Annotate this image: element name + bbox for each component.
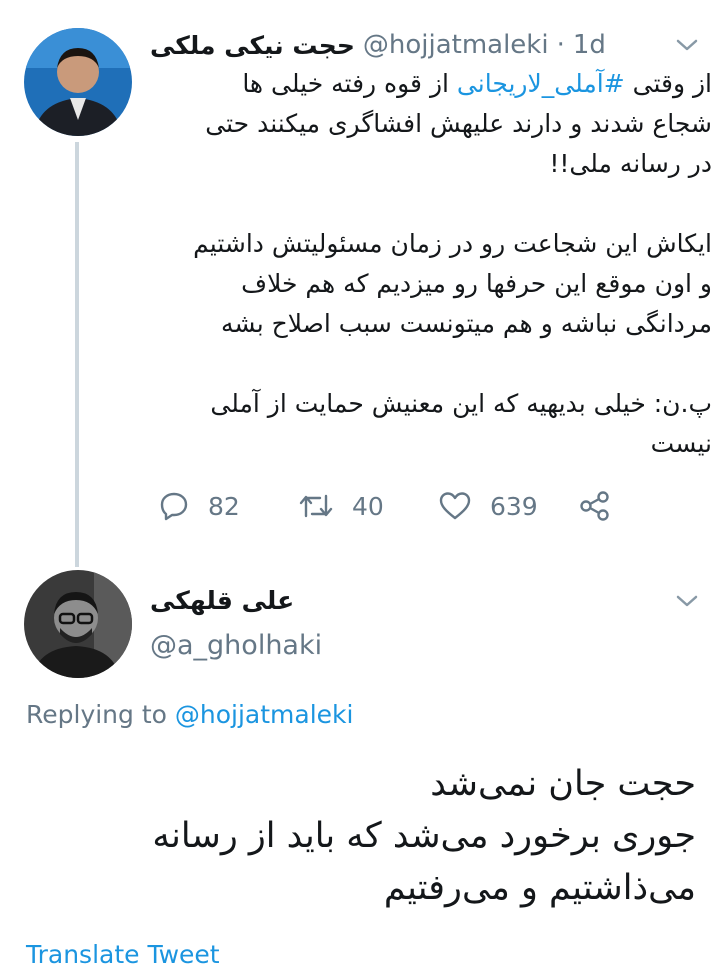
translate-tweet-link[interactable]: Translate Tweet [26,940,220,969]
tweet1-header: حجت نیکی ملکی @hojjatmaleki · 1d [150,28,650,62]
tweet-line: جوری برخورد می‌شد که باید از رسانه [152,816,696,856]
user-handle[interactable]: @hojjatmaleki [363,30,549,60]
share-button[interactable] [578,488,612,524]
avatar-hojjatmaleki[interactable] [24,28,132,136]
like-count: 639 [490,491,538,521]
retweet-count: 40 [352,491,384,521]
share-icon [580,491,609,521]
replying-to: Replying to @hojjatmaleki [26,700,353,729]
reply-button[interactable]: 82 [158,488,240,524]
display-name[interactable]: علی قلهکی [150,586,294,615]
mention-link[interactable]: @hojjatmaleki [175,700,354,729]
chevron-down-icon[interactable] [676,594,698,608]
avatar-photo [24,570,132,678]
tweet2-text: حجت جان نمی‌شد جوری برخورد می‌شد که باید… [20,758,696,914]
tweet-line: پ.ن: خیلی بدیهیه که این معنیش حمایت از آ… [210,389,712,418]
avatar-a-gholhaki[interactable] [24,570,132,678]
tweet-line: شجاع شدند و دارند علیهش افشاگری میکنند ح… [205,109,712,138]
replying-label: Replying to [26,700,175,729]
user-handle[interactable]: @a_gholhaki [150,630,322,661]
tweet-line: ایکاش این شجاعت رو در زمان مسئولیتش داشت… [193,229,712,258]
tweet-line: و اون موقع این حرفها رو میزدیم که هم خلا… [241,269,712,298]
dot-separator: · [556,30,565,60]
tweet-line: حجت جان نمی‌شد [430,764,696,804]
tweet-line: از وقتی #آملی_لاریجانی از قوه رفته خیلی … [242,69,712,98]
tweet-time[interactable]: 1d [573,30,606,60]
chevron-down-icon[interactable] [676,38,698,52]
tweet1-text: از وقتی #آملی_لاریجانی از قوه رفته خیلی … [150,64,712,464]
reply-icon [160,492,188,521]
retweet-button[interactable]: 40 [298,488,384,524]
reply-count: 82 [208,491,240,521]
heart-icon [439,492,471,520]
like-button[interactable]: 639 [438,488,538,524]
tweet-line: نیست [650,429,712,458]
display-name[interactable]: حجت نیکی ملکی [150,31,355,60]
thread-line [75,142,79,567]
tweet-line: مردانگی نباشه و هم میتونست سبب اصلاح بشه [221,309,712,338]
tweet-line: در رسانه ملی!! [549,149,712,178]
tweet-line: می‌ذاشتیم و می‌رفتیم [383,868,696,908]
retweet-icon [299,494,333,518]
hashtag-link[interactable]: #آملی_لاریجانی [457,69,625,98]
avatar-photo [24,28,132,136]
